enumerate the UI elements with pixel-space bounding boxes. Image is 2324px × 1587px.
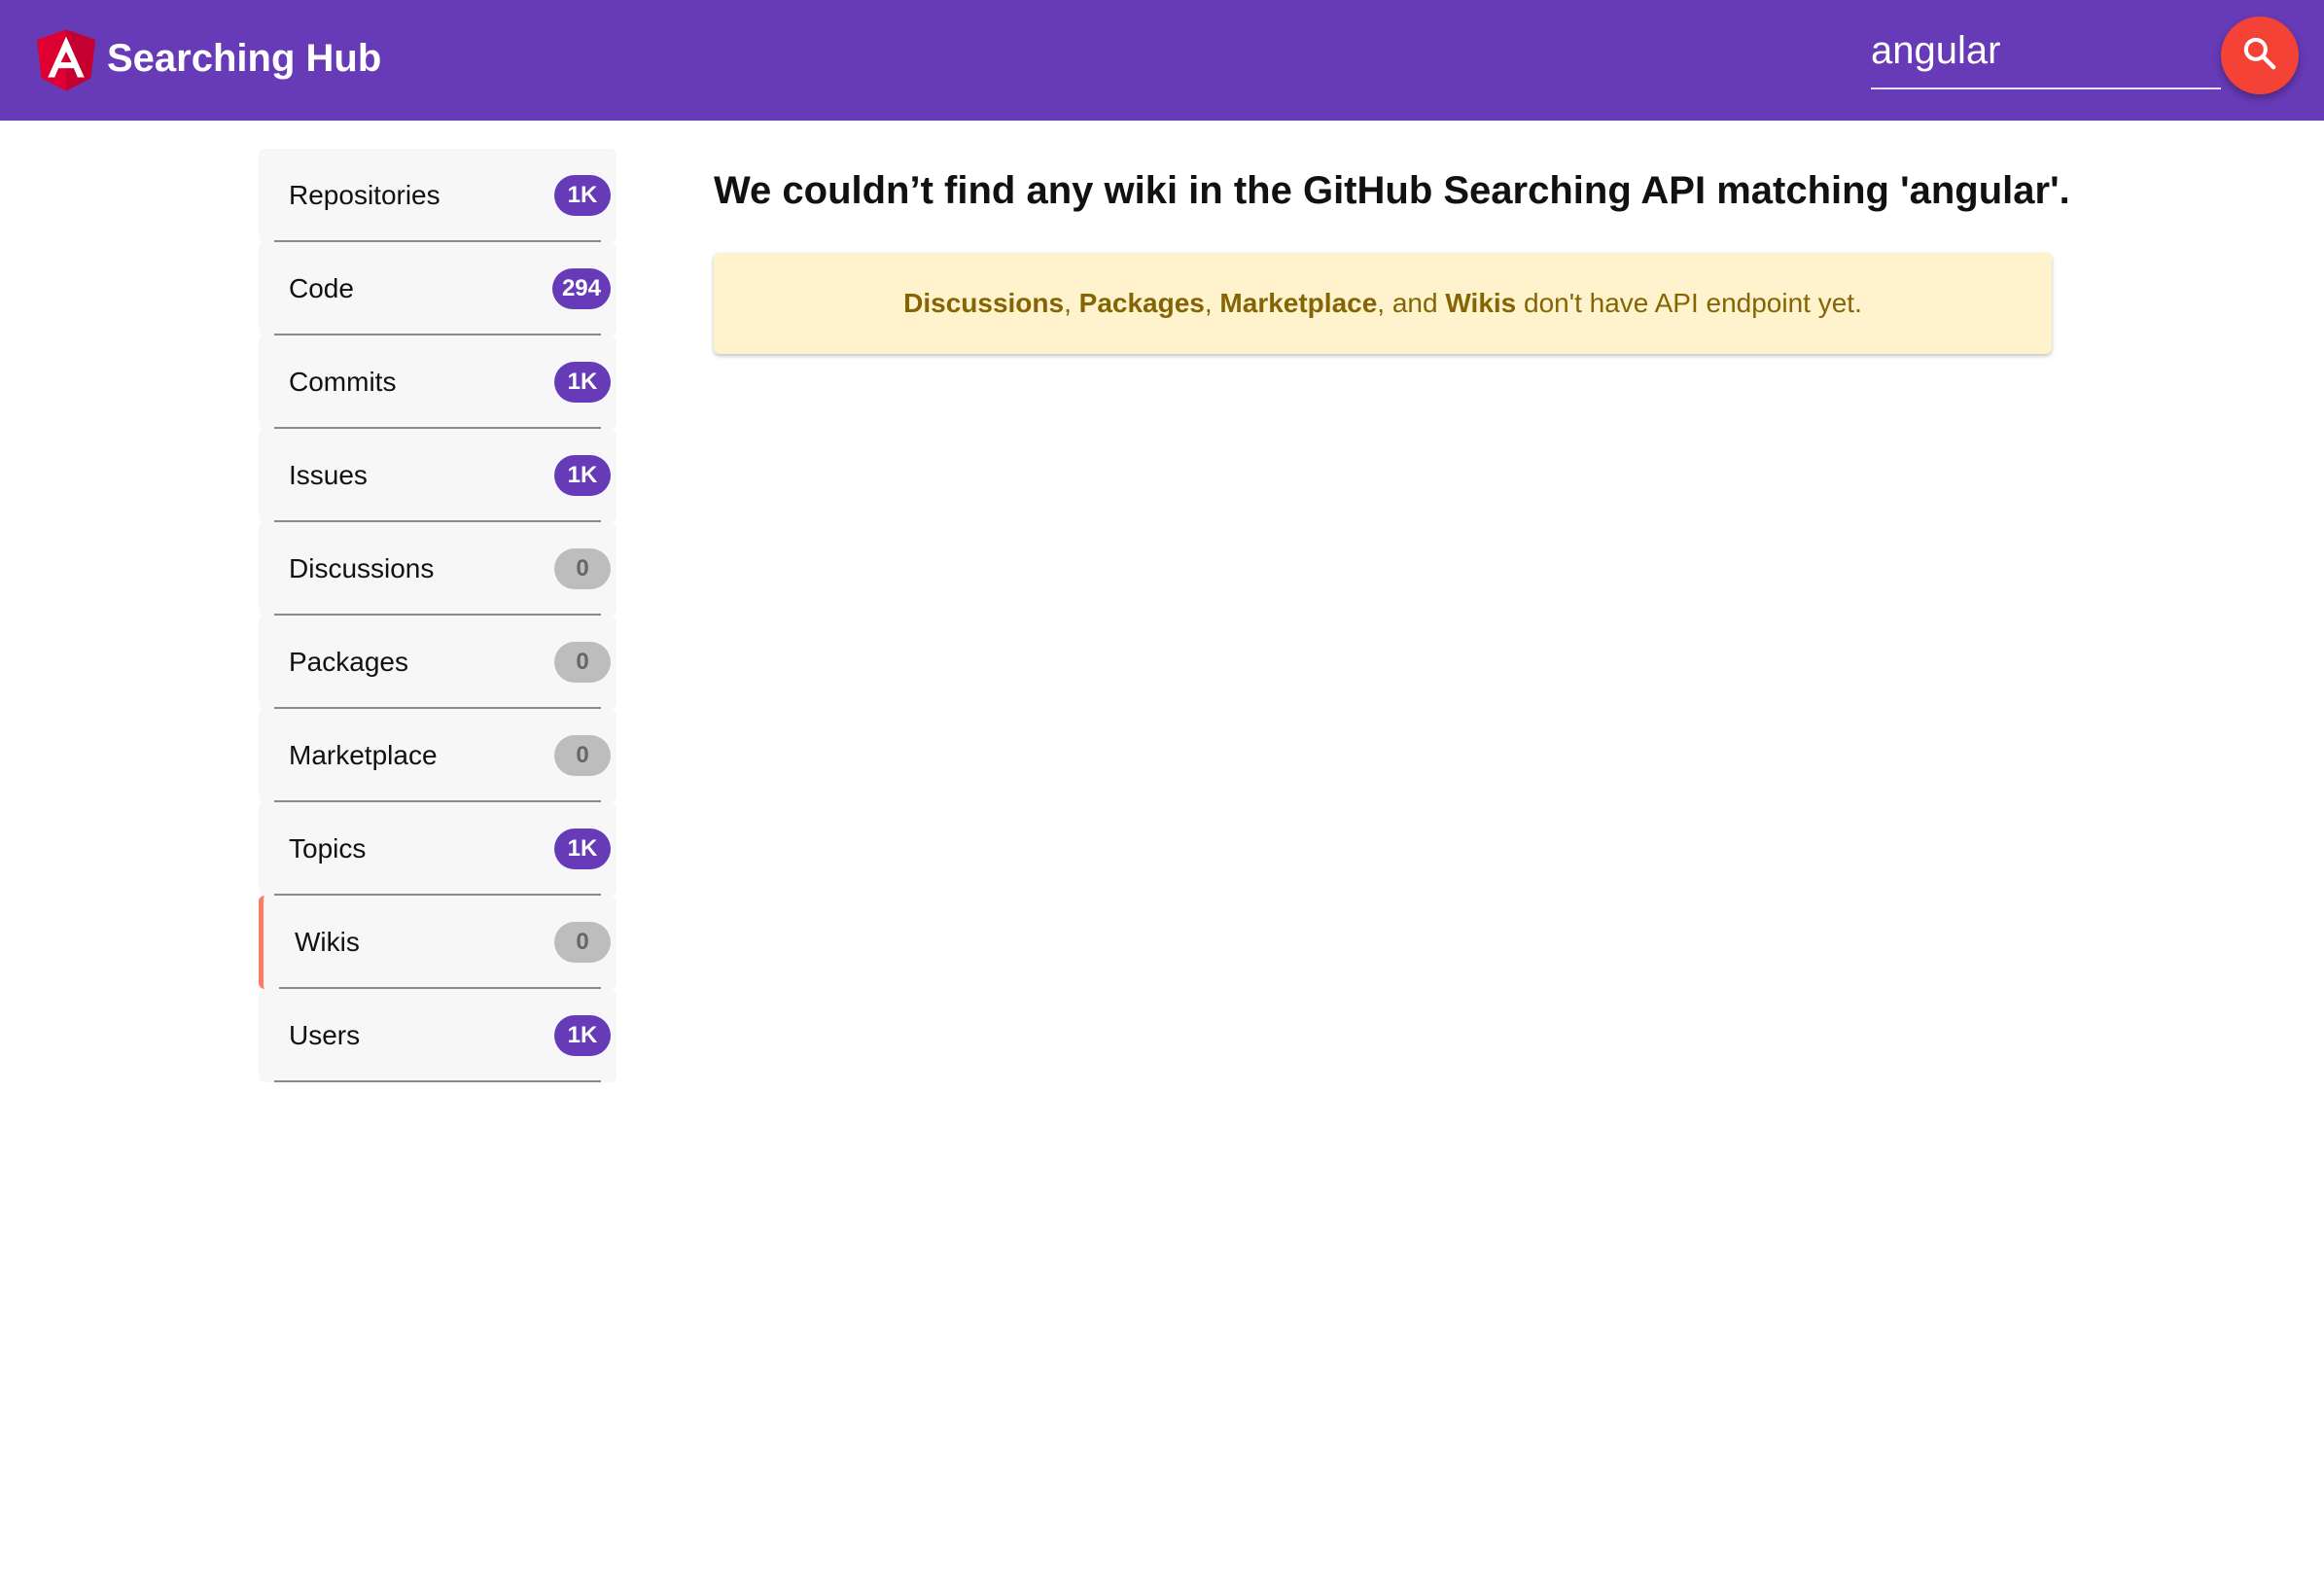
search-button[interactable] (2221, 17, 2299, 94)
search-field[interactable] (1871, 19, 2221, 89)
sidebar-item-label: Packages (289, 647, 408, 677)
notice-term: Wikis (1445, 288, 1517, 318)
sidebar-item-issues[interactable]: Issues 1K (259, 429, 616, 522)
sidebar-item-label: Code (289, 273, 354, 303)
sidebar-item-wikis[interactable]: Wikis 0 (259, 896, 616, 989)
app-title[interactable]: Searching Hub (107, 33, 381, 84)
sidebar-item-label: Commits (289, 367, 397, 397)
sidebar-item-users[interactable]: Users 1K (259, 989, 616, 1082)
sidebar-item-commits[interactable]: Commits 1K (259, 335, 616, 429)
count-badge: 1K (554, 829, 611, 869)
notice-separator: , (1064, 288, 1079, 318)
sidebar-item-label: Users (289, 1020, 361, 1050)
sidebar-item-repositories[interactable]: Repositories 1K (259, 149, 616, 242)
search-icon (2240, 34, 2279, 78)
count-badge: 1K (554, 175, 611, 216)
sidebar-item-label: Discussions (289, 553, 435, 583)
notice-term: Discussions (903, 288, 1065, 318)
sidebar-item-label: Issues (289, 460, 368, 490)
count-badge: 1K (554, 362, 611, 403)
count-badge: 294 (551, 268, 611, 309)
notice-separator: , and (1377, 288, 1446, 318)
search-input[interactable] (1871, 19, 2221, 82)
no-results-heading: We couldn’t find any wiki in the GitHub … (714, 169, 2070, 212)
count-badge: 1K (554, 1015, 611, 1056)
notice-text: don't have API endpoint yet. (1516, 288, 1862, 318)
sidebar-item-label: Topics (289, 833, 367, 864)
sidebar-item-label: Marketplace (289, 740, 438, 770)
count-badge: 0 (554, 642, 611, 683)
sidebar-item-label: Wikis (295, 927, 360, 957)
app-header: Searching Hub (0, 0, 2324, 121)
notice-separator: , (1204, 288, 1220, 318)
sidebar-item-label: Repositories (289, 180, 440, 210)
notice-term: Marketplace (1219, 288, 1378, 318)
count-badge: 0 (554, 922, 611, 963)
search-category-sidebar: Repositories 1K Code 294 Commits 1K Issu… (259, 149, 616, 1082)
count-badge: 0 (554, 735, 611, 776)
sidebar-item-packages[interactable]: Packages 0 (259, 616, 616, 709)
sidebar-item-topics[interactable]: Topics 1K (259, 802, 616, 896)
sidebar-item-discussions[interactable]: Discussions 0 (259, 522, 616, 616)
angular-logo-icon[interactable] (37, 28, 95, 92)
sidebar-item-code[interactable]: Code 294 (259, 242, 616, 335)
count-badge: 0 (554, 548, 611, 589)
sidebar-item-marketplace[interactable]: Marketplace 0 (259, 709, 616, 802)
notice-term: Packages (1078, 288, 1205, 318)
count-badge: 1K (554, 455, 611, 496)
api-notice-alert: Discussions, Packages, Marketplace, and … (714, 253, 2052, 354)
